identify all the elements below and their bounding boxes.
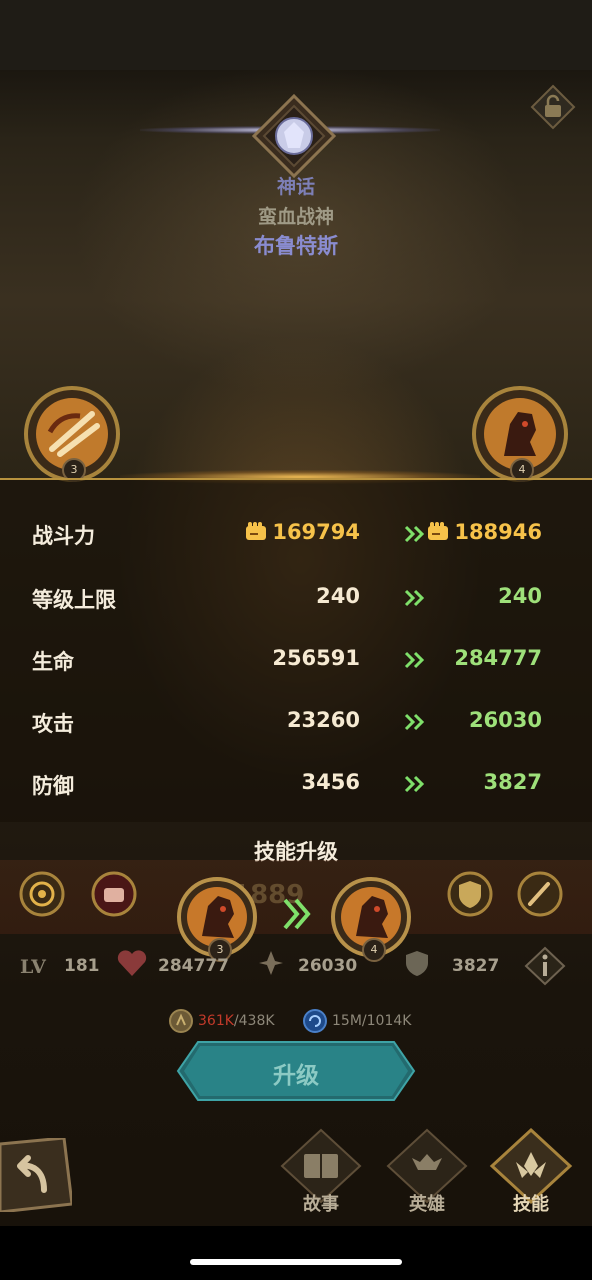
exp-need: /1014K xyxy=(361,1013,412,1029)
arrow-right-icon xyxy=(404,651,425,669)
defense-icon xyxy=(406,951,428,976)
stat-next: 26030 xyxy=(468,708,542,732)
arrow-right-icon xyxy=(404,589,425,607)
hero-level: 181 xyxy=(64,956,100,976)
stat-row-defense: 防御 3456 3827 xyxy=(0,764,592,804)
shield-skill-icon[interactable] xyxy=(446,870,494,918)
stat-label: 等级上限 xyxy=(32,588,116,612)
arrow-right-icon xyxy=(404,775,425,793)
arrow-right-icon xyxy=(404,713,425,731)
stat-label: 防御 xyxy=(32,774,74,798)
stat-current: 256591 xyxy=(272,646,360,670)
stat-current: 3456 xyxy=(301,770,360,794)
tab-skill-label[interactable]: 技能 xyxy=(486,1190,576,1216)
status-bar-area xyxy=(0,0,592,70)
stat-row-attack: 攻击 23260 26030 xyxy=(0,702,592,742)
gold-have: 361K xyxy=(198,1013,234,1029)
heart-icon xyxy=(117,950,147,976)
fist-icon xyxy=(246,522,267,540)
level-label: LV xyxy=(20,956,46,978)
power-next-value: 188946 xyxy=(454,520,542,544)
lock-button[interactable] xyxy=(530,84,576,130)
stat-next: 284777 xyxy=(454,646,542,670)
target-icon[interactable] xyxy=(18,870,66,918)
stat-row-level-cap: 等级上限 240 240 xyxy=(0,578,592,618)
exp-orb-icon xyxy=(303,1009,327,1033)
fist-skill-icon[interactable] xyxy=(90,870,138,918)
resource-row: 361K/438K 15M/1014K xyxy=(0,1008,592,1036)
gold-need: /438K xyxy=(233,1013,275,1029)
power-next: 188946 xyxy=(426,520,542,544)
tab-story-label[interactable]: 故事 xyxy=(276,1190,366,1216)
hero-name: 布鲁特斯 xyxy=(254,234,338,258)
hero-attack: 26030 xyxy=(298,956,358,976)
stat-row-hp: 生命 256591 284777 xyxy=(0,640,592,680)
stat-next: 3827 xyxy=(483,770,542,794)
stat-label: 生命 xyxy=(32,650,74,674)
hero-rarity: 神话 xyxy=(276,176,315,198)
stat-row-power: 战斗力 169794 188946 xyxy=(0,514,592,554)
fist-icon xyxy=(428,522,449,540)
info-icon[interactable] xyxy=(524,946,566,986)
exp-have: 15M xyxy=(332,1013,362,1029)
stat-current: 23260 xyxy=(286,708,360,732)
hero-hp: 284777 xyxy=(158,956,229,976)
hero-defense: 3827 xyxy=(452,956,500,976)
gold-coin-icon xyxy=(169,1009,193,1033)
tab-hero-label[interactable]: 英雄 xyxy=(382,1190,472,1216)
stat-current: 240 xyxy=(316,584,360,608)
hero-info-row: LV 181 284777 26030 3827 xyxy=(0,944,592,988)
stat-label: 攻击 xyxy=(32,712,74,736)
sword-skill-icon[interactable] xyxy=(516,870,564,918)
stat-next: 240 xyxy=(498,584,542,608)
exp-amount: 15M/1014K xyxy=(332,1013,411,1029)
power-current-value: 169794 xyxy=(272,520,360,544)
stat-label-power: 战斗力 xyxy=(32,524,95,548)
power-current: 169794 xyxy=(244,520,360,544)
system-bottom-bar xyxy=(0,1226,592,1280)
gold-amount: 361K/438K xyxy=(198,1013,275,1029)
mythic-crest-icon xyxy=(252,94,336,178)
hero-epithet: 蛮血战神 xyxy=(257,206,334,228)
home-indicator[interactable] xyxy=(190,1259,402,1265)
back-button[interactable] xyxy=(0,1138,72,1212)
attack-icon xyxy=(259,951,283,975)
upgrade-button-label[interactable]: 升级 xyxy=(176,1056,416,1090)
arrow-right-icon xyxy=(404,525,425,543)
upgrade-arrow-icon xyxy=(283,898,311,930)
